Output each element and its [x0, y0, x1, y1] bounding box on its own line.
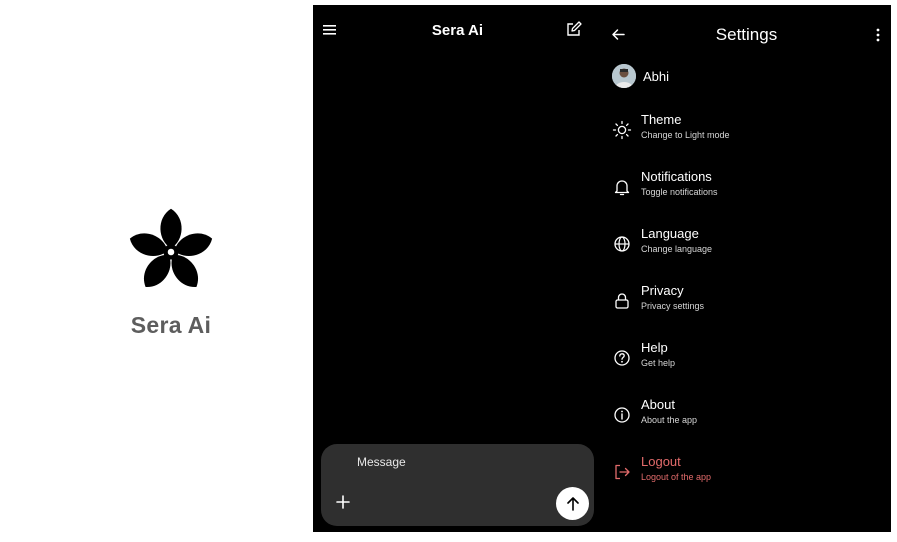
settings-item-theme[interactable]: Theme Change to Light mode: [612, 112, 882, 152]
plus-icon[interactable]: [335, 494, 351, 510]
info-icon: [614, 407, 630, 423]
arrow-up-icon: [566, 496, 579, 511]
settings-item-subtitle: Toggle notifications: [641, 187, 718, 197]
profile-row[interactable]: Abhi: [612, 63, 669, 89]
settings-item-label: Privacy: [641, 283, 684, 298]
message-composer: [321, 444, 594, 526]
settings-item-label: Help: [641, 340, 668, 355]
settings-item-subtitle: Change to Light mode: [641, 130, 730, 140]
app-stage: Sera Ai Sera Ai Message Settings Abhi Th…: [0, 0, 897, 542]
settings-screen: Settings Abhi Theme Change to Light mode…: [602, 5, 891, 532]
settings-item-label: Logout: [641, 454, 681, 469]
settings-item-logout[interactable]: Logout Logout of the app: [612, 454, 882, 494]
settings-item-about[interactable]: About About the app: [612, 397, 882, 437]
settings-item-label: Notifications: [641, 169, 712, 184]
globe-icon: [614, 236, 630, 252]
lock-icon: [615, 293, 629, 309]
profile-name: Abhi: [643, 68, 670, 84]
settings-item-notifications[interactable]: Notifications Toggle notifications: [612, 169, 882, 209]
avatar: [612, 64, 636, 88]
settings-item-subtitle: Get help: [641, 358, 676, 368]
chat-title: Sera Ai: [431, 22, 484, 39]
settings-item-subtitle: Logout of the app: [641, 472, 712, 482]
message-input[interactable]: [335, 450, 545, 474]
splash-screen: Sera Ai: [0, 0, 313, 542]
sun-icon: [612, 120, 632, 140]
new-chat-edit-icon[interactable]: [565, 21, 582, 38]
bell-icon: [614, 180, 630, 196]
settings-item-subtitle: Privacy settings: [641, 301, 705, 311]
settings-item-label: Language: [641, 226, 699, 241]
settings-item-language[interactable]: Language Change language: [612, 226, 882, 266]
settings-item-help[interactable]: Help Get help: [612, 340, 882, 380]
help-circle-icon: [614, 350, 630, 366]
settings-item-subtitle: About the app: [641, 415, 698, 425]
chat-screen: Sera Ai: [313, 5, 602, 532]
settings-title: Settings: [715, 25, 778, 44]
sera-logo-icon: [129, 208, 213, 287]
user-avatar-icon: [612, 64, 636, 88]
settings-item-subtitle: Change language: [641, 244, 713, 254]
logout-icon: [615, 464, 630, 480]
send-button[interactable]: [556, 487, 589, 520]
more-vertical-icon[interactable]: [875, 27, 881, 43]
splash-app-name: Sera Ai: [130, 312, 212, 338]
settings-item-label: About: [641, 397, 675, 412]
settings-item-label: Theme: [641, 112, 682, 127]
settings-item-privacy[interactable]: Privacy Privacy settings: [612, 283, 882, 323]
